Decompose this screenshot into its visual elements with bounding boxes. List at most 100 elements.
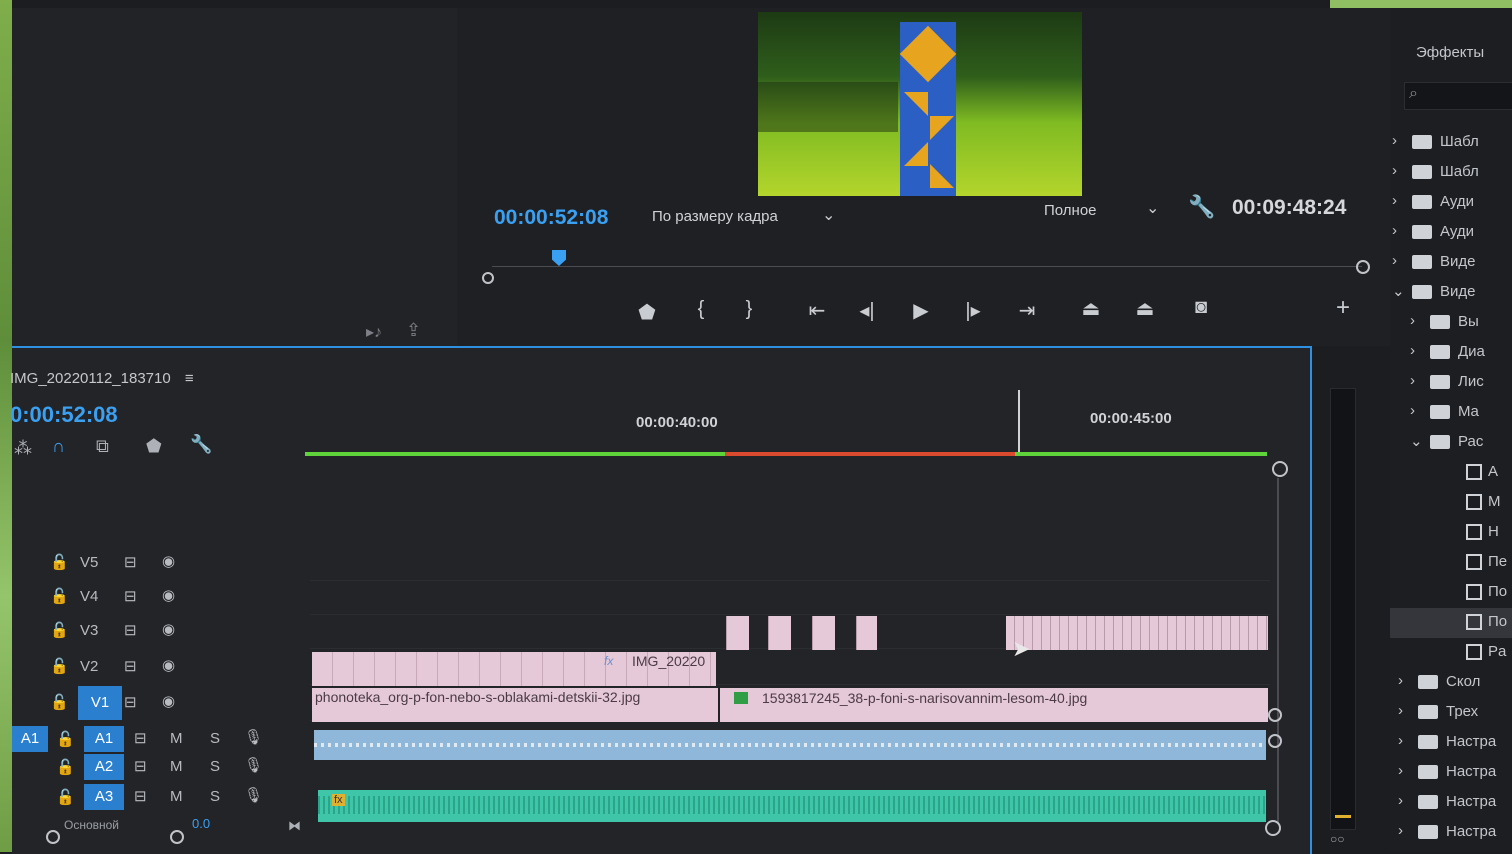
a3-clip[interactable]: fx xyxy=(318,790,1266,822)
effects-item[interactable]: › Ауди xyxy=(1390,188,1512,218)
lock-icon[interactable]: 🔓 xyxy=(50,553,69,571)
track-name[interactable]: V4 xyxy=(80,588,98,605)
mark-out-icon[interactable]: } xyxy=(734,298,764,321)
vertical-scrollbar[interactable] xyxy=(1277,478,1279,824)
v2-clip[interactable]: fx IMG_20220 xyxy=(312,652,716,686)
lock-icon[interactable]: 🔓 xyxy=(56,730,75,748)
lock-icon[interactable]: 🔓 xyxy=(50,693,69,711)
bowtie-icon[interactable]: ⧓ xyxy=(288,818,301,834)
wrench-icon[interactable]: 🔧 xyxy=(190,434,212,455)
v-scroll-handle[interactable] xyxy=(1268,708,1282,722)
v1-clip-a[interactable]: phonoteka_org-p-fon-nebo-s-oblakami-dets… xyxy=(312,688,718,722)
a-scroll-handle[interactable] xyxy=(1268,734,1282,748)
v3-clip-group[interactable] xyxy=(1006,616,1268,650)
step-forward-icon[interactable]: |▸ xyxy=(958,298,988,323)
chevron-icon[interactable]: ⌄ xyxy=(1410,432,1423,450)
track-header-a3[interactable]: 🔓 A3 ⊟ M S 🎙 xyxy=(12,782,310,812)
effects-search[interactable]: ⌕ xyxy=(1404,82,1512,110)
chevron-icon[interactable]: › xyxy=(1398,672,1403,689)
track-lane-v5[interactable] xyxy=(310,546,1270,581)
h-scroll-right[interactable] xyxy=(170,830,184,844)
effects-item[interactable]: Пе xyxy=(1390,548,1512,578)
effects-item[interactable]: M xyxy=(1390,488,1512,518)
sequence-timecode[interactable]: 0:00:52:08 xyxy=(10,402,118,428)
effects-item[interactable]: › Ауди xyxy=(1390,218,1512,248)
linked-selection-icon[interactable]: ⧉ xyxy=(96,436,109,457)
eye-icon[interactable]: ◉ xyxy=(162,620,175,638)
effects-item[interactable]: › Диа xyxy=(1390,338,1512,368)
track-name[interactable]: A2 xyxy=(84,754,124,780)
effects-item[interactable]: › Настра xyxy=(1390,728,1512,758)
chevron-icon[interactable]: › xyxy=(1410,402,1415,419)
chevron-icon[interactable]: › xyxy=(1392,252,1397,269)
effects-item[interactable]: › Ma xyxy=(1390,398,1512,428)
program-timecode[interactable]: 00:00:52:08 xyxy=(494,206,608,230)
track-name[interactable]: V5 xyxy=(80,554,98,571)
fit-dropdown[interactable]: По размеру кадра xyxy=(652,208,778,225)
eye-icon[interactable]: ◉ xyxy=(162,552,175,570)
chevron-icon[interactable]: › xyxy=(1410,372,1415,389)
effects-item[interactable]: По xyxy=(1390,608,1512,638)
lock-icon[interactable]: 🔓 xyxy=(56,758,75,776)
quality-dropdown[interactable]: Полное xyxy=(1044,202,1097,219)
chevron-icon[interactable]: ⌄ xyxy=(1392,282,1405,300)
sequence-tab[interactable]: IMG_20220112_183710 ≡ xyxy=(10,370,194,387)
mute-button[interactable]: M xyxy=(170,758,183,775)
track-header-v5[interactable]: 🔓 V5 ⊟ ◉ xyxy=(12,546,310,580)
mark-in-icon[interactable]: { xyxy=(686,298,716,321)
effects-item[interactable]: ⌄ Рас xyxy=(1390,428,1512,458)
solo-button[interactable]: S xyxy=(210,758,220,775)
extract-icon[interactable]: ⏏ xyxy=(1130,296,1160,321)
chevron-icon[interactable]: › xyxy=(1410,312,1415,329)
wrench-icon[interactable]: 🔧 xyxy=(1188,194,1215,220)
chevron-icon[interactable]: › xyxy=(1398,792,1403,809)
snap-icon[interactable]: ∩ xyxy=(52,436,65,457)
track-header-a2[interactable]: 🔓 A2 ⊟ M S 🎙 xyxy=(12,752,310,782)
go-to-out-icon[interactable]: ⇥ xyxy=(1012,298,1042,323)
chevron-down-icon[interactable]: ⌄ xyxy=(1146,198,1159,218)
v3-clip[interactable] xyxy=(726,616,749,650)
v1-clip-b[interactable]: 1593817245_38-p-foni-s-narisovannim-leso… xyxy=(720,688,1268,722)
chevron-icon[interactable]: › xyxy=(1398,732,1403,749)
track-name[interactable]: A1 xyxy=(84,726,124,752)
add-marker-icon[interactable]: ⬟ xyxy=(632,300,662,325)
a1-clip[interactable] xyxy=(314,730,1266,760)
solo-button[interactable]: S xyxy=(210,788,220,805)
eye-icon[interactable]: ◉ xyxy=(162,656,175,674)
track-header-v2[interactable]: 🔓 V2 ⊟ ◉ xyxy=(12,650,310,684)
chevron-icon[interactable]: › xyxy=(1410,342,1415,359)
track-header-v1[interactable]: 🔓 V1 ⊟ ◉ xyxy=(12,686,310,720)
chevron-icon[interactable]: › xyxy=(1398,762,1403,779)
play-icon[interactable]: ▶ xyxy=(906,298,936,323)
program-ruler[interactable] xyxy=(482,244,1370,284)
chevron-icon[interactable]: › xyxy=(1392,222,1397,239)
eye-icon[interactable]: ◉ xyxy=(162,692,175,710)
chevron-icon[interactable]: › xyxy=(1392,192,1397,209)
effects-item[interactable]: › Виде xyxy=(1390,248,1512,278)
effects-item[interactable]: › Скол xyxy=(1390,668,1512,698)
eye-icon[interactable]: ◉ xyxy=(162,586,175,604)
v3-clip[interactable] xyxy=(768,616,791,650)
effects-item[interactable]: › Лис xyxy=(1390,368,1512,398)
hamburger-icon[interactable]: ≡ xyxy=(185,370,194,387)
sync-lock-icon[interactable]: ⊟ xyxy=(124,621,137,639)
solo-button[interactable]: S xyxy=(210,730,220,747)
sync-lock-icon[interactable]: ⊟ xyxy=(134,787,147,805)
add-button-icon[interactable]: + xyxy=(1328,294,1358,322)
sync-lock-icon[interactable]: ⊟ xyxy=(124,693,137,711)
master-volume[interactable]: 0.0 xyxy=(192,816,210,831)
chevron-icon[interactable]: › xyxy=(1392,162,1397,179)
lock-icon[interactable]: 🔓 xyxy=(50,657,69,675)
insert-icon[interactable]: ▸♪ xyxy=(366,322,382,342)
mic-icon[interactable]: 🎙 xyxy=(244,728,263,746)
mic-icon[interactable]: 🎙 xyxy=(244,756,263,774)
effects-item[interactable]: › Настра xyxy=(1390,818,1512,848)
sync-lock-icon[interactable]: ⊟ xyxy=(134,757,147,775)
lock-icon[interactable]: 🔓 xyxy=(50,587,69,605)
step-back-icon[interactable]: ◂| xyxy=(852,298,882,323)
lock-icon[interactable]: 🔓 xyxy=(50,621,69,639)
chevron-down-icon[interactable]: ⌄ xyxy=(822,205,835,225)
solo-buttons[interactable]: ○○ xyxy=(1330,832,1345,846)
effects-item[interactable]: › Настра xyxy=(1390,758,1512,788)
effects-item[interactable]: › Трех xyxy=(1390,698,1512,728)
